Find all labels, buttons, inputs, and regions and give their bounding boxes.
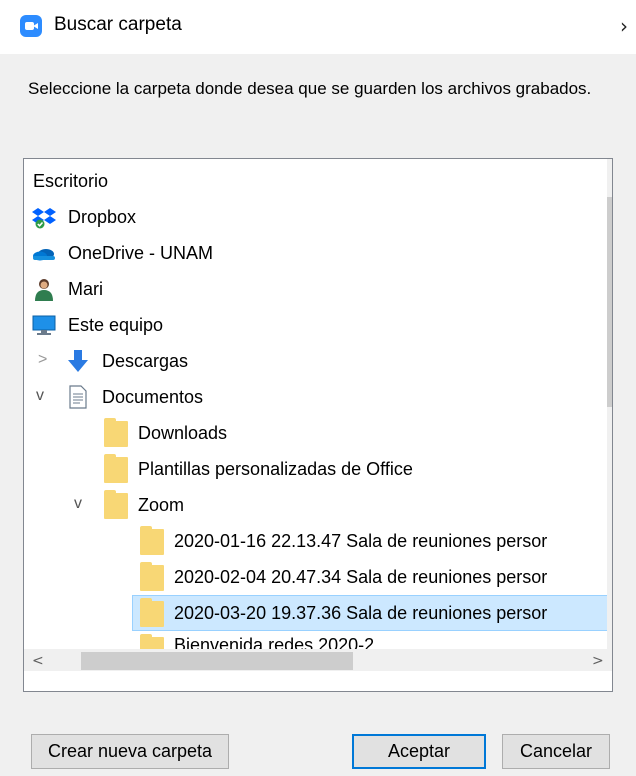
- tree-item-label: Documentos: [102, 387, 204, 407]
- folder-icon: [140, 562, 164, 591]
- vertical-scroll-thumb[interactable]: [607, 197, 612, 407]
- tree-item-recording-2020-01-16[interactable]: 2020-01-16 22.13.47 Sala de reuniones pe…: [24, 523, 608, 559]
- new-folder-button[interactable]: Crear nueva carpeta: [31, 734, 229, 769]
- download-arrow-icon: [68, 350, 88, 372]
- scroll-left-icon[interactable]: <: [32, 653, 44, 669]
- tree-item-label: 2020-02-04 20.47.34 Sala de reuniones pe…: [174, 567, 548, 587]
- tree-item-label: Este equipo: [68, 315, 164, 335]
- tree-item-mari[interactable]: Mari: [24, 271, 608, 307]
- title-bar: Buscar carpeta ›: [0, 0, 636, 54]
- cancel-button[interactable]: Cancelar: [502, 734, 610, 769]
- tree-item-escritorio[interactable]: Escritorio: [24, 163, 608, 199]
- folder-icon: [104, 418, 128, 447]
- tree-item-label: 2020-03-20 19.37.36 Sala de reuniones pe…: [174, 603, 548, 623]
- window-title: Buscar carpeta: [54, 14, 182, 35]
- tree-item-recording-2020-02-04[interactable]: 2020-02-04 20.47.34 Sala de reuniones pe…: [24, 559, 608, 595]
- tree-item-label: 2020-01-16 22.13.47 Sala de reuniones pe…: [174, 531, 548, 551]
- tree-item-label: Escritorio: [33, 171, 109, 191]
- tree-item-onedrive[interactable]: OneDrive - UNAM: [24, 235, 608, 271]
- tree-item-dropbox[interactable]: Dropbox: [24, 199, 608, 235]
- folder-icon: [104, 490, 128, 519]
- tree-item-label: OneDrive - UNAM: [68, 243, 214, 263]
- tree-item-label: Mari: [68, 279, 103, 299]
- document-icon: [69, 385, 87, 409]
- tree-item-este-equipo[interactable]: Este equipo: [24, 307, 608, 343]
- tree-item-documentos[interactable]: v Documentos: [24, 379, 608, 415]
- tree-item-label: Zoom: [138, 495, 185, 515]
- tree-item-recording-2020-03-20[interactable]: 2020-03-20 19.37.36 Sala de reuniones pe…: [24, 595, 608, 631]
- tree-item-downloads[interactable]: Downloads: [24, 415, 608, 451]
- tree-item-descargas[interactable]: > Descargas: [24, 343, 608, 379]
- horizontal-scroll-thumb[interactable]: [81, 652, 353, 670]
- folder-tree[interactable]: Escritorio Dropbox OneDrive - UNAM Mari: [23, 158, 613, 692]
- chevron-down-icon[interactable]: v: [74, 495, 82, 513]
- tree-item-plantillas[interactable]: Plantillas personalizadas de Office: [24, 451, 608, 487]
- folder-icon: [104, 454, 128, 483]
- dropbox-icon: [32, 208, 56, 229]
- user-icon: [35, 279, 53, 301]
- zoom-app-icon: [20, 15, 42, 37]
- onedrive-cloud-icon: [33, 249, 55, 261]
- chevron-down-icon[interactable]: v: [36, 387, 44, 405]
- accept-button[interactable]: Aceptar: [352, 734, 486, 769]
- tree-item-label: Dropbox: [68, 207, 137, 227]
- tree-item-label: Descargas: [102, 351, 189, 371]
- tree-item-zoom[interactable]: v Zoom: [24, 487, 608, 523]
- close-icon[interactable]: ›: [620, 14, 628, 38]
- tree-item-label: Downloads: [138, 423, 228, 443]
- instruction-text: Seleccione la carpeta donde desea que se…: [28, 79, 592, 98]
- computer-icon: [32, 315, 56, 335]
- folder-icon: [140, 526, 164, 555]
- folder-icon: [140, 598, 164, 627]
- scroll-right-icon[interactable]: >: [592, 653, 604, 669]
- chevron-right-icon[interactable]: >: [38, 351, 47, 369]
- tree-item-bienvenida[interactable]: Bienvenida redes 2020-2: [24, 631, 608, 651]
- tree-item-label: Plantillas personalizadas de Office: [138, 459, 413, 479]
